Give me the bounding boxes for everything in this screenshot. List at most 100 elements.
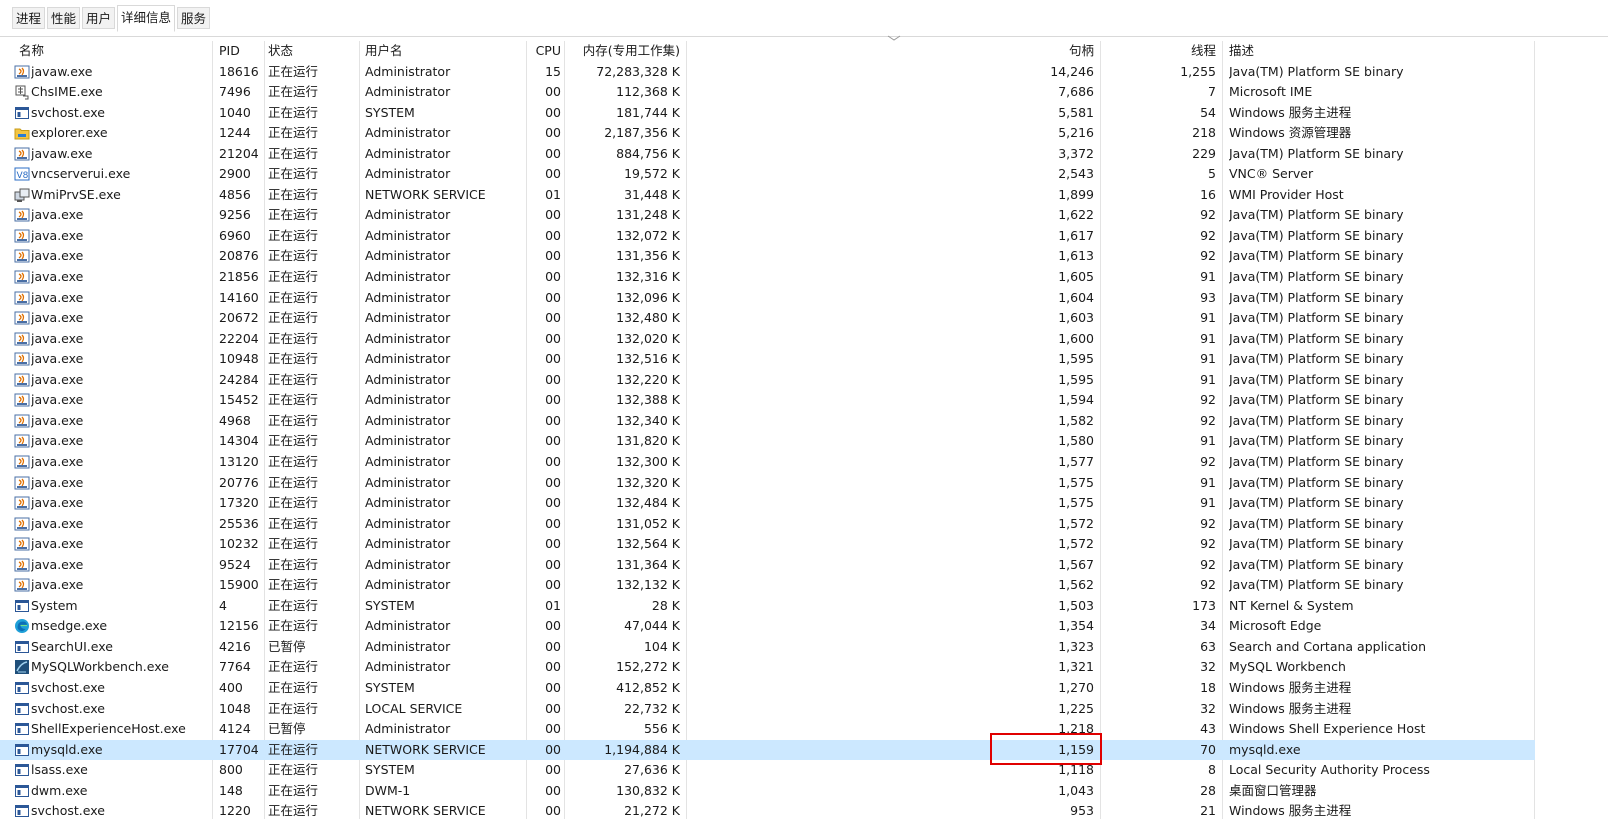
table-row[interactable]: System 4 正在运行 SYSTEM 01 28 K 1,503 173 NT Kernel… xyxy=(0,596,1535,617)
process-status: 正在运行 xyxy=(268,186,319,202)
process-cpu: 00 xyxy=(545,577,561,593)
column-header-memory[interactable]: 内存(专用工作集) xyxy=(560,41,680,61)
process-username: Administrator xyxy=(365,638,451,654)
java-icon xyxy=(14,433,30,449)
app-window-icon xyxy=(14,721,30,737)
process-name: java.exe xyxy=(31,351,84,367)
table-row[interactable]: SearchUI.exe 4216 已暂停 Administrator 00 104 K 1… xyxy=(0,637,1535,658)
table-row[interactable]: lsass.exe 800 正在运行 SYSTEM 00 27,636 K 1,118 8 Lo… xyxy=(0,760,1535,781)
table-row[interactable]: java.exe 20876 正在运行 Administrator 00 131,356 … xyxy=(0,246,1535,267)
process-name: java.exe xyxy=(31,495,84,511)
process-status: 正在运行 xyxy=(268,597,319,613)
process-cpu: 00 xyxy=(545,618,561,634)
table-row[interactable]: java.exe 9524 正在运行 Administrator 00 131,364 K… xyxy=(0,555,1535,576)
table-row[interactable]: WmiPrvSE.exe 4856 正在运行 NETWORK SERVICE 01 31,… xyxy=(0,185,1535,206)
table-row[interactable]: javaw.exe 18616 正在运行 Administrator 15 72,283,… xyxy=(0,62,1535,83)
process-cpu: 00 xyxy=(545,515,561,531)
process-username: Administrator xyxy=(365,166,451,182)
process-description: VNC® Server xyxy=(1229,166,1314,182)
process-username: Administrator xyxy=(365,618,451,634)
table-row[interactable]: java.exe 4968 正在运行 Administrator 00 132,340 K… xyxy=(0,411,1535,432)
column-header-status[interactable]: 状态 xyxy=(268,41,358,61)
table-row[interactable]: mysqld.exe 17704 正在运行 NETWORK SERVICE 00 1,19… xyxy=(0,739,1535,761)
table-row[interactable]: java.exe 20672 正在运行 Administrator 00 132,480 … xyxy=(0,308,1535,329)
process-handles: 1,225 xyxy=(1058,700,1094,716)
process-pid: 14304 xyxy=(219,433,259,449)
column-header-handles[interactable]: 句柄 xyxy=(1000,41,1094,61)
table-row[interactable]: java.exe 10948 正在运行 Administrator 00 132,516 … xyxy=(0,349,1535,370)
tab-details[interactable]: 详细信息 xyxy=(117,5,175,32)
table-row[interactable]: java.exe 9256 正在运行 Administrator 00 131,248 K… xyxy=(0,205,1535,226)
process-memory: 31,448 K xyxy=(624,186,680,202)
process-threads: 91 xyxy=(1200,351,1216,367)
column-header-description[interactable]: 描述 xyxy=(1229,41,1429,61)
process-pid: 17704 xyxy=(219,741,259,757)
table-row[interactable]: java.exe 24284 正在运行 Administrator 00 132,220 … xyxy=(0,370,1535,391)
table-row[interactable]: java.exe 20776 正在运行 Administrator 00 132,320 … xyxy=(0,473,1535,494)
column-header-username[interactable]: 用户名 xyxy=(365,41,525,61)
table-row[interactable]: java.exe 25536 正在运行 Administrator 00 131,052 … xyxy=(0,514,1535,535)
table-row[interactable]: explorer.exe 1244 正在运行 Administrator 00 2,187… xyxy=(0,123,1535,144)
process-name: java.exe xyxy=(31,289,84,305)
process-status: 正在运行 xyxy=(268,618,319,634)
table-row[interactable]: java.exe 13120 正在运行 Administrator 00 132,300 … xyxy=(0,452,1535,473)
table-row[interactable]: java.exe 22204 正在运行 Administrator 00 132,020 … xyxy=(0,329,1535,350)
table-row[interactable]: ShellExperienceHost.exe 4124 已暂停 Administra… xyxy=(0,719,1535,740)
process-username: Administrator xyxy=(365,495,451,511)
table-row[interactable]: java.exe 17320 正在运行 Administrator 00 132,484 … xyxy=(0,493,1535,514)
process-status: 正在运行 xyxy=(268,248,319,264)
process-status: 正在运行 xyxy=(268,762,319,778)
column-header-cpu[interactable]: CPU xyxy=(528,41,561,61)
process-pid: 22204 xyxy=(219,330,259,346)
process-pid: 24284 xyxy=(219,371,259,387)
tab-users[interactable]: 用户 xyxy=(82,7,115,29)
java-icon xyxy=(14,310,30,326)
table-row[interactable]: java.exe 14160 正在运行 Administrator 00 132,096 … xyxy=(0,288,1535,309)
process-name: explorer.exe xyxy=(31,125,108,141)
process-handles: 3,372 xyxy=(1058,145,1094,161)
table-row[interactable]: java.exe 21856 正在运行 Administrator 00 132,316 … xyxy=(0,267,1535,288)
table-row[interactable]: MySQLWorkbench.exe 7764 正在运行 Administrator 0… xyxy=(0,657,1535,678)
process-memory: 131,820 K xyxy=(616,433,680,449)
table-row[interactable]: java.exe 14304 正在运行 Administrator 00 131,820 … xyxy=(0,431,1535,452)
process-threads: 91 xyxy=(1200,433,1216,449)
process-memory: 132,480 K xyxy=(616,310,680,326)
tab-processes[interactable]: 进程 xyxy=(12,7,45,29)
process-pid: 20776 xyxy=(219,474,259,490)
process-cpu: 00 xyxy=(545,556,561,572)
process-pid: 20876 xyxy=(219,248,259,264)
column-header-name[interactable]: 名称 xyxy=(19,41,209,61)
process-memory: 72,283,328 K xyxy=(596,63,680,79)
process-description: Java(TM) Platform SE binary xyxy=(1229,433,1404,449)
table-row[interactable]: svchost.exe 1040 正在运行 SYSTEM 00 181,744 K 5,58… xyxy=(0,103,1535,124)
process-username: Administrator xyxy=(365,227,451,243)
process-name: java.exe xyxy=(31,433,84,449)
process-pid: 17320 xyxy=(219,495,259,511)
column-header-threads[interactable]: 线程 xyxy=(1100,41,1216,61)
table-row[interactable]: svchost.exe 400 正在运行 SYSTEM 00 412,852 K 1,270… xyxy=(0,678,1535,699)
table-row[interactable]: javaw.exe 21204 正在运行 Administrator 00 884,756… xyxy=(0,144,1535,165)
table-row[interactable]: java.exe 15900 正在运行 Administrator 00 132,132 … xyxy=(0,575,1535,596)
column-header-pid[interactable]: PID xyxy=(219,41,264,61)
process-name: WmiPrvSE.exe xyxy=(31,186,121,202)
app-window-icon xyxy=(14,105,30,121)
process-memory: 131,364 K xyxy=(616,556,680,572)
process-name: java.exe xyxy=(31,556,84,572)
table-row[interactable]: dwm.exe 148 正在运行 DWM-1 00 130,832 K 1,043 28 桌面窗… xyxy=(0,781,1535,802)
process-pid: 800 xyxy=(219,762,243,778)
table-row[interactable]: msedge.exe 12156 正在运行 Administrator 00 47,044… xyxy=(0,616,1535,637)
process-status: 正在运行 xyxy=(268,63,319,79)
process-description: Windows 服务主进程 xyxy=(1229,680,1352,695)
table-row[interactable]: java.exe 15452 正在运行 Administrator 00 132,388 … xyxy=(0,390,1535,411)
table-row[interactable]: svchost.exe 1048 正在运行 LOCAL SERVICE 00 22,732… xyxy=(0,699,1535,720)
process-username: DWM-1 xyxy=(365,782,411,798)
table-row[interactable]: java.exe 6960 正在运行 Administrator 00 132,072 K… xyxy=(0,226,1535,247)
table-row[interactable]: java.exe 10232 正在运行 Administrator 00 132,564 … xyxy=(0,534,1535,555)
table-row[interactable]: ChsIME.exe 7496 正在运行 Administrator 00 112,368… xyxy=(0,82,1535,103)
tab-performance[interactable]: 性能 xyxy=(47,7,80,29)
process-pid: 10232 xyxy=(219,536,259,552)
table-row[interactable]: V8 vncserverui.exe 2900 正在运行 Administrator 00… xyxy=(0,164,1535,185)
tab-services[interactable]: 服务 xyxy=(177,7,210,29)
process-status: 正在运行 xyxy=(268,782,319,798)
process-threads: 92 xyxy=(1200,227,1216,243)
